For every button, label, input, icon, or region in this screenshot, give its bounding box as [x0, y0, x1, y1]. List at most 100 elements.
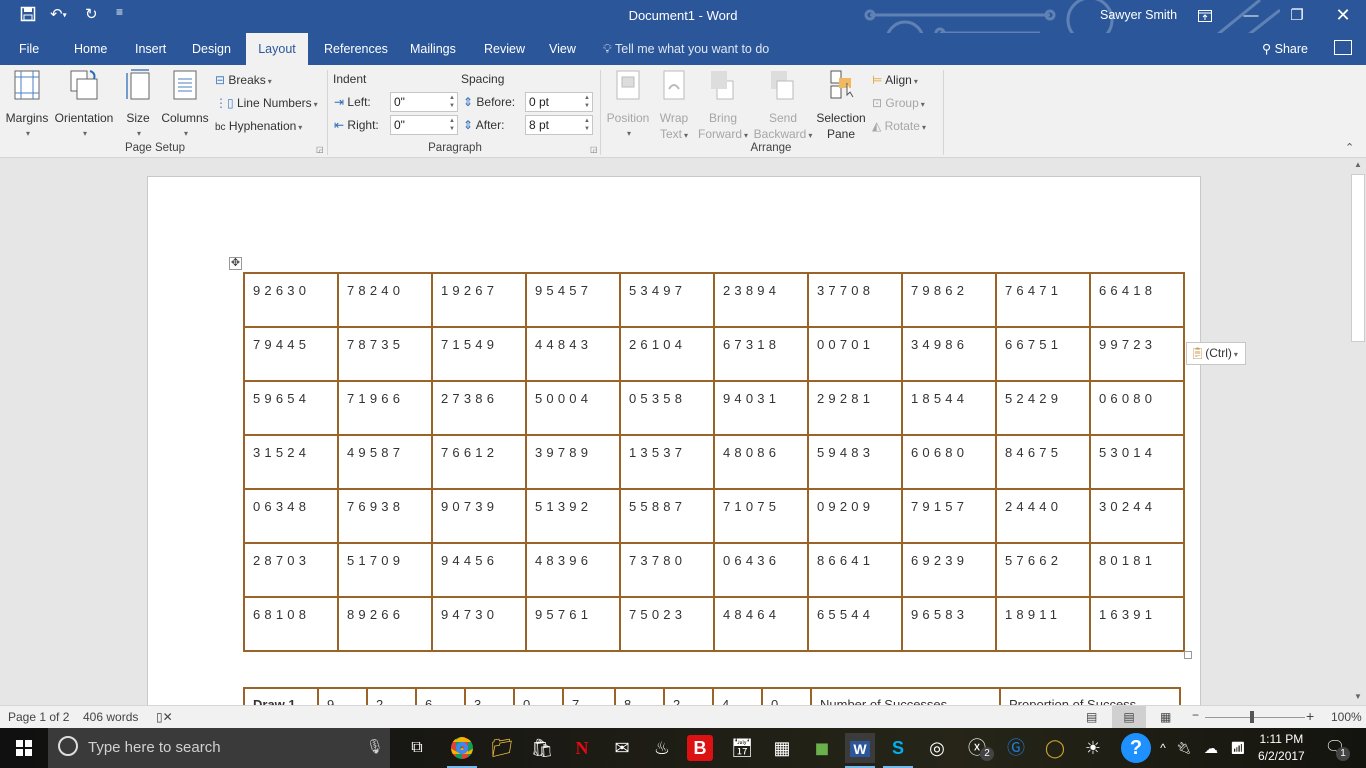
table-cell[interactable]: 89266 [337, 596, 433, 652]
table-cell[interactable]: 53014 [1089, 434, 1185, 490]
table-cell[interactable]: 76612 [431, 434, 527, 490]
table-cell[interactable]: 24440 [995, 488, 1091, 544]
zoom-out-button[interactable]: − [1192, 708, 1199, 722]
help-icon[interactable]: ? [1121, 733, 1151, 763]
spinner-arrows[interactable]: ▲ ▼ [584, 117, 590, 133]
app-icon[interactable]: Ⓖ [1001, 733, 1031, 763]
breaks-button[interactable]: ⊟ Breaks ▾ [215, 70, 272, 90]
table-cell[interactable]: 00701 [807, 326, 903, 382]
draw-value-cell[interactable]: 9 [317, 687, 368, 705]
table-cell[interactable]: 90739 [431, 488, 527, 544]
word-icon[interactable]: W [845, 733, 875, 768]
task-view-icon[interactable]: ⧉ [402, 733, 432, 763]
table-cell[interactable]: 13537 [619, 434, 715, 490]
draw-value-cell[interactable]: 2 [663, 687, 714, 705]
file-explorer-icon[interactable]: 📁︎ [487, 733, 517, 763]
line-numbers-button[interactable]: ⋮▯ Line Numbers ▾ [215, 93, 318, 113]
steam-icon[interactable]: ♨ [647, 733, 677, 763]
tell-me-box[interactable]: 💡︎ Tell me what you want to do [603, 33, 769, 66]
calendar-icon[interactable]: 📅︎ [727, 733, 757, 763]
table-cell[interactable]: 44843 [525, 326, 621, 382]
close-button[interactable]: ✕ [1320, 0, 1366, 33]
table-cell[interactable]: 06080 [1089, 380, 1185, 436]
table-cell[interactable]: 48464 [713, 596, 809, 652]
table-cell[interactable]: 96583 [901, 596, 997, 652]
table-cell[interactable]: 16391 [1089, 596, 1185, 652]
table-cell[interactable]: 65544 [807, 596, 903, 652]
table-cell[interactable]: 71549 [431, 326, 527, 382]
table-cell[interactable]: 94031 [713, 380, 809, 436]
read-mode-icon[interactable]: ▤ [1086, 710, 1097, 724]
table-cell[interactable]: 66751 [995, 326, 1091, 382]
table-cell[interactable]: 31524 [243, 434, 339, 490]
table-cell[interactable]: 94730 [431, 596, 527, 652]
indent-left-input[interactable]: 0" ▲ ▼ [390, 92, 458, 112]
align-button[interactable]: ⊨ Align ▾ [872, 70, 918, 90]
taskbar-search-box[interactable]: Type here to search 🎙︎ [48, 728, 390, 768]
table-cell[interactable]: 09209 [807, 488, 903, 544]
zoom-level[interactable]: 100% [1331, 710, 1362, 724]
table-cell[interactable]: 94456 [431, 542, 527, 598]
vertical-scrollbar[interactable]: ▲ ▼ [1350, 158, 1366, 705]
table-cell[interactable]: 92630 [243, 272, 339, 328]
tab-insert[interactable]: Insert [127, 33, 174, 65]
word-count[interactable]: 406 words [83, 710, 138, 724]
page-count[interactable]: Page 1 of 2 [8, 710, 69, 724]
tab-home[interactable]: Home [66, 33, 115, 65]
table-cell[interactable]: 48086 [713, 434, 809, 490]
share-button[interactable]: ⚲ Share [1262, 33, 1308, 66]
show-hidden-icons-icon[interactable]: ^ [1155, 733, 1171, 763]
wrap-text-button[interactable]: Wrap Text ▾ [655, 69, 693, 144]
windows-start-icon[interactable] [9, 733, 39, 763]
taskbar-clock[interactable]: 1:11 PM 6/2/2017 [1258, 731, 1305, 765]
document-page[interactable]: ✥ 92630 78240 19267 95457 53497 23894 37708 798… [147, 176, 1201, 705]
collapse-ribbon-icon[interactable]: ⌃ [1345, 141, 1354, 154]
draw-value-cell[interactable]: 3 [464, 687, 515, 705]
page-setup-launcher-icon[interactable]: ◲ [316, 145, 324, 154]
zoom-slider[interactable] [1205, 717, 1305, 718]
table-cell[interactable]: 79862 [901, 272, 997, 328]
tab-review[interactable]: Review [476, 33, 533, 65]
zoom-in-button[interactable]: + [1306, 708, 1314, 724]
table-move-handle-icon[interactable]: ✥ [229, 257, 242, 270]
table-cell[interactable]: 60680 [901, 434, 997, 490]
proportion-header[interactable]: Proportion of Success [999, 687, 1181, 705]
table-cell[interactable]: 39789 [525, 434, 621, 490]
group-button[interactable]: ⊡ Group ▾ [872, 93, 925, 113]
table-cell[interactable]: 57662 [995, 542, 1091, 598]
position-button[interactable]: Position ▾ [605, 69, 651, 142]
table-cell[interactable]: 53497 [619, 272, 715, 328]
table-cell[interactable]: 51709 [337, 542, 433, 598]
tab-layout[interactable]: Layout [246, 33, 308, 65]
table-cell[interactable]: 27386 [431, 380, 527, 436]
table-cell[interactable]: 86641 [807, 542, 903, 598]
minecraft-icon[interactable]: ◼ [807, 733, 837, 763]
spinner-arrows[interactable]: ▲ ▼ [449, 117, 455, 133]
table-cell[interactable]: 69239 [901, 542, 997, 598]
table-cell[interactable]: 84675 [995, 434, 1091, 490]
spinner-arrows[interactable]: ▲ ▼ [449, 94, 455, 110]
proofing-icon[interactable]: ▯✕ [156, 710, 173, 724]
table-cell[interactable]: 30244 [1089, 488, 1185, 544]
columns-button[interactable]: Columns ▾ [160, 69, 210, 142]
ribbon-display-options-icon[interactable] [1182, 0, 1228, 33]
print-layout-icon[interactable]: ▤ [1112, 706, 1146, 728]
bring-forward-button[interactable]: Bring Forward ▾ [697, 69, 749, 144]
table-cell[interactable]: 05358 [619, 380, 715, 436]
table-cell[interactable]: 34986 [901, 326, 997, 382]
table-cell[interactable]: 99723 [1089, 326, 1185, 382]
table-cell[interactable]: 52429 [995, 380, 1091, 436]
draw-value-cell[interactable]: 7 [562, 687, 616, 705]
table-resize-handle[interactable] [1184, 651, 1192, 659]
successes-header[interactable]: Number of Successes [810, 687, 1001, 705]
draw-value-cell[interactable]: 2 [366, 687, 417, 705]
table-cell[interactable]: 59654 [243, 380, 339, 436]
table-cell[interactable]: 79445 [243, 326, 339, 382]
draw-value-cell[interactable]: 8 [614, 687, 665, 705]
spacing-before-input[interactable]: 0 pt ▲ ▼ [525, 92, 593, 112]
table-cell[interactable]: 79157 [901, 488, 997, 544]
size-button[interactable]: Size ▾ [120, 69, 156, 142]
send-backward-button[interactable]: Send Backward ▾ [752, 69, 814, 144]
draw-value-cell[interactable]: 6 [415, 687, 466, 705]
scrollbar-thumb[interactable] [1351, 174, 1365, 342]
